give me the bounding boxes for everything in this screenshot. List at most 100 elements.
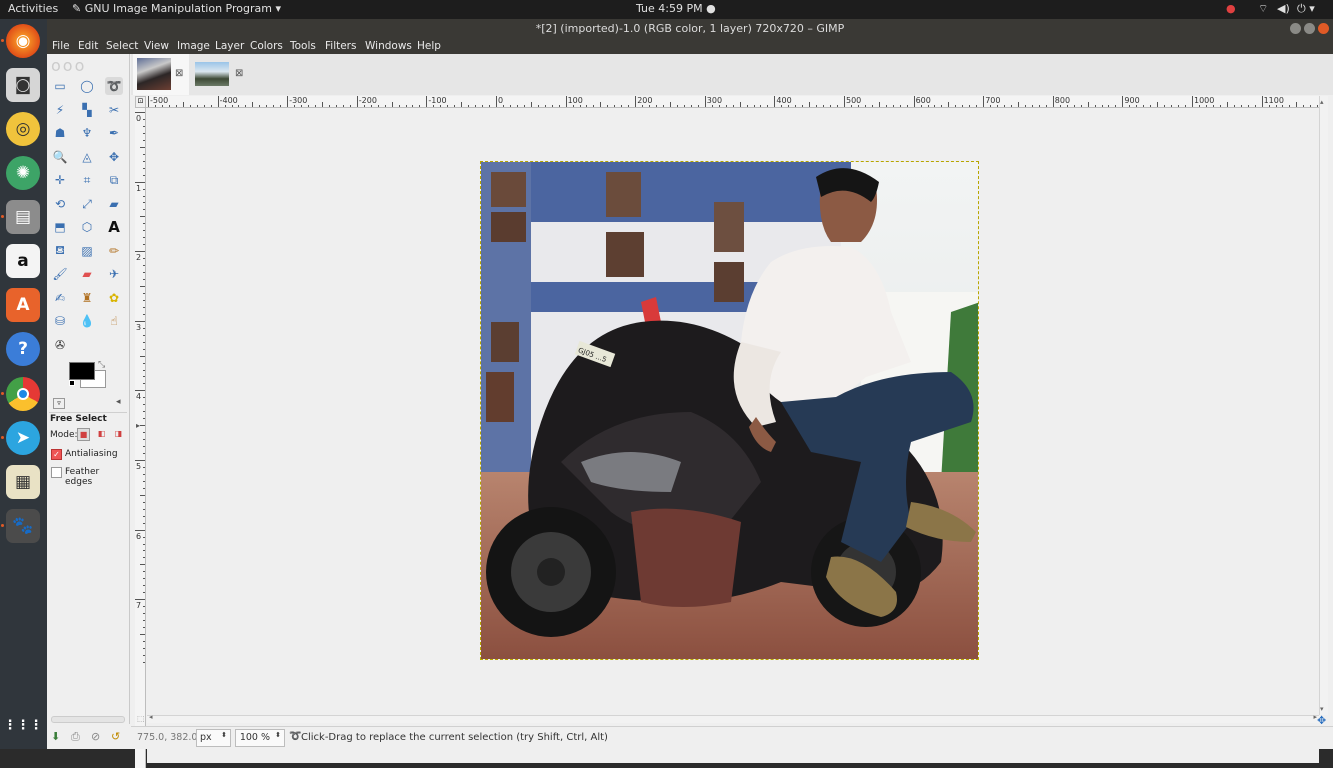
crop-icon[interactable]: ⌗ — [78, 171, 96, 189]
zoom-select[interactable]: 100 % ⬍ — [235, 729, 285, 747]
menu-image[interactable]: Image — [177, 40, 210, 52]
clock[interactable]: Tue 4:59 PM ● — [636, 2, 716, 15]
menu-colors[interactable]: Colors — [250, 40, 283, 52]
smudge-icon[interactable]: ☝ — [105, 312, 123, 330]
restore-options-icon[interactable]: ⎙ — [71, 730, 80, 744]
cage-transform-icon[interactable]: ⬡ — [78, 218, 96, 236]
menu-filters[interactable]: Filters — [325, 40, 356, 52]
document-viewer-icon[interactable]: ▦ — [6, 465, 40, 499]
menu-view[interactable]: View — [144, 40, 169, 52]
reset-options-icon[interactable]: ↺ — [111, 730, 120, 743]
rotate-icon[interactable]: ⟲ — [51, 195, 69, 213]
software-center-icon[interactable]: A — [6, 288, 40, 322]
panel-menu-icon[interactable]: ◂ — [116, 397, 121, 407]
scale-icon[interactable]: ⤢ — [78, 195, 96, 213]
tool-options-tab-icon[interactable]: ▿ — [53, 398, 65, 409]
fuzzy-select-icon[interactable]: ⚡ — [51, 101, 69, 119]
gradient-icon[interactable]: ▨ — [78, 242, 96, 260]
pencil-icon[interactable]: ✏ — [105, 242, 123, 260]
image-layer[interactable]: GJ05 ...5 — [480, 161, 979, 660]
rhythmbox-icon[interactable]: ◎ — [6, 112, 40, 146]
menu-file[interactable]: File — [52, 40, 70, 52]
chrome-tray-icon[interactable]: ● — [1226, 2, 1236, 15]
toolbox-scrollbar[interactable] — [51, 716, 125, 723]
close-tab-icon[interactable]: ⊠ — [175, 68, 183, 79]
ruler-minor-tick — [1115, 105, 1117, 107]
menu-tools[interactable]: Tools — [290, 40, 316, 52]
power-icon[interactable]: ⏻ ▾ — [1297, 2, 1315, 16]
antialiasing-checkbox[interactable]: ✓ — [51, 449, 62, 460]
feather-edges-checkbox[interactable] — [51, 467, 62, 478]
delete-options-icon[interactable]: ⊘ — [91, 730, 100, 743]
mode-replace-icon[interactable]: ■ — [77, 428, 90, 441]
help-icon[interactable]: ? — [6, 332, 40, 366]
scroll-down-icon[interactable]: ▾ — [1320, 705, 1324, 713]
horizontal-scrollbar[interactable]: ◂ ▸ — [147, 713, 1319, 723]
close-button[interactable] — [1318, 23, 1329, 34]
airbrush-icon[interactable]: ✈ — [105, 265, 123, 283]
firefox-icon[interactable]: ◉ — [6, 24, 40, 58]
zoom-icon[interactable]: 🔍 — [51, 148, 69, 166]
select-by-color-icon[interactable]: ▚ — [78, 101, 96, 119]
image-tab-1[interactable]: ⊠ — [133, 54, 189, 95]
shear-icon[interactable]: ▰ — [105, 195, 123, 213]
default-colors-icon[interactable] — [69, 380, 75, 386]
files-icon[interactable]: ▤ — [6, 200, 40, 234]
quick-mask-icon[interactable]: ⬚ — [137, 714, 145, 723]
blur-icon[interactable]: 💧 — [78, 312, 96, 330]
mode-add-icon[interactable]: ◧ — [95, 428, 108, 441]
show-apps-icon[interactable]: ⋮⋮⋮ — [4, 708, 43, 742]
vertical-scrollbar[interactable]: ▴ ▾ — [1319, 96, 1328, 715]
perspective-clone-icon[interactable]: ⛁ — [51, 312, 69, 330]
dodge-burn-icon[interactable]: ✇ — [51, 336, 69, 354]
scissors-icon[interactable]: ✂ — [105, 101, 123, 119]
foreground-select-icon[interactable]: ☗ — [51, 124, 69, 142]
align-icon[interactable]: ✛ — [51, 171, 69, 189]
activities-button[interactable]: Activities — [8, 2, 58, 15]
heal-icon[interactable]: ✿ — [105, 289, 123, 307]
wifi-icon[interactable]: ⌔ — [1258, 2, 1268, 16]
foreground-color[interactable] — [69, 362, 95, 380]
maximize-button[interactable] — [1304, 23, 1315, 34]
amazon-icon[interactable]: a — [6, 244, 40, 278]
move-icon[interactable]: ✥ — [105, 148, 123, 166]
network-icon[interactable]: ✺ — [6, 156, 40, 190]
scroll-left-icon[interactable]: ◂ — [149, 713, 153, 721]
image-canvas[interactable]: GJ05 ...5 — [147, 109, 1319, 763]
close-tab-icon[interactable]: ⊠ — [235, 68, 243, 79]
bucket-fill-icon[interactable]: ⛾ — [51, 242, 69, 260]
unified-transform-icon[interactable]: ⧉ — [105, 171, 123, 189]
camera-icon[interactable]: ◙ — [6, 68, 40, 102]
volume-icon[interactable]: ◀) — [1277, 2, 1290, 15]
color-picker-icon[interactable]: ✒ — [105, 124, 123, 142]
image-tab-2[interactable]: ⊠ — [191, 54, 251, 95]
telegram-icon[interactable]: ➤ — [6, 421, 40, 455]
menu-layer[interactable]: Layer — [215, 40, 244, 52]
chrome-icon[interactable] — [6, 377, 40, 411]
minimize-button[interactable] — [1290, 23, 1301, 34]
swap-colors-icon[interactable]: ⤡ — [98, 360, 105, 370]
rect-select-icon[interactable]: ▭ — [51, 77, 69, 95]
menu-help[interactable]: Help — [417, 40, 441, 52]
perspective-icon[interactable]: ⬒ — [51, 218, 69, 236]
ink-icon[interactable]: ✍ — [51, 289, 69, 307]
menu-edit[interactable]: Edit — [78, 40, 98, 52]
ellipse-select-icon[interactable]: ◯ — [78, 77, 96, 95]
ruler-corner-icon[interactable]: ⊡ — [135, 96, 146, 108]
gimp-icon[interactable]: 🐾 — [6, 509, 40, 543]
save-options-icon[interactable]: ⬇ — [51, 730, 60, 743]
paths-icon[interactable]: ♆ — [78, 124, 96, 142]
free-select-icon[interactable]: ➰ — [105, 77, 123, 95]
mode-subtract-icon[interactable]: ◨ — [112, 428, 125, 441]
paintbrush-icon[interactable]: 🖌 — [51, 265, 69, 283]
scroll-up-icon[interactable]: ▴ — [1320, 98, 1324, 106]
collapse-arrow-icon[interactable]: ▸ — [136, 421, 140, 430]
menu-select[interactable]: Select — [106, 40, 138, 52]
eraser-icon[interactable]: ▰ — [78, 265, 96, 283]
clone-icon[interactable]: ♜ — [78, 289, 96, 307]
unit-select[interactable]: px ⬍ — [196, 729, 231, 747]
menu-windows[interactable]: Windows — [365, 40, 412, 52]
text-tool-icon[interactable]: A — [105, 218, 123, 236]
app-menu[interactable]: ✎ GNU Image Manipulation Program ▾ — [72, 2, 281, 15]
measure-icon[interactable]: ◬ — [78, 148, 96, 166]
